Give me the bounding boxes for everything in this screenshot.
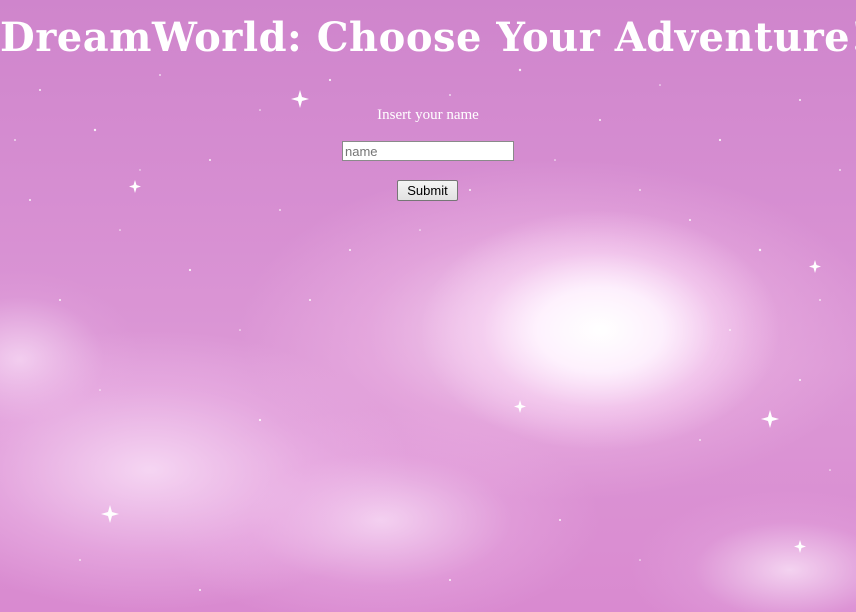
star-field xyxy=(14,68,841,591)
name-prompt-label: Insert your name xyxy=(377,107,479,123)
page-title: DreamWorld: Choose Your Adventure! xyxy=(0,14,856,61)
name-input[interactable] xyxy=(342,141,514,161)
submit-button[interactable]: Submit xyxy=(397,180,458,201)
